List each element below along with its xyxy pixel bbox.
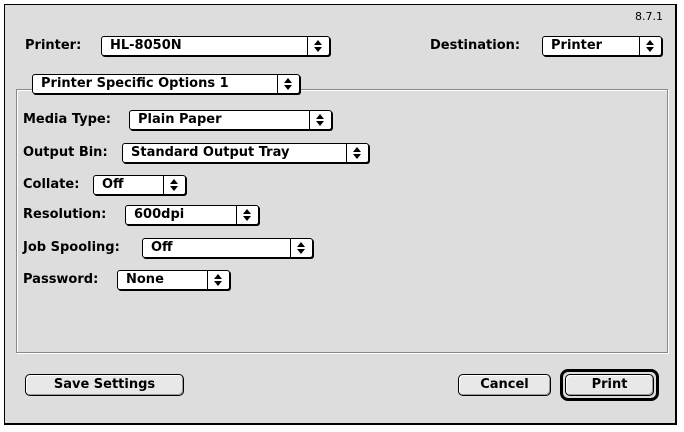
destination-popup[interactable]: Printer: [542, 36, 662, 56]
output-bin-popup-arrow: [346, 144, 368, 162]
password-popup-arrow: [207, 271, 229, 289]
resolution-label: Resolution:: [23, 207, 107, 222]
up-down-arrows-icon: [297, 242, 305, 254]
media-type-popup[interactable]: Plain Paper: [129, 110, 332, 130]
up-down-arrows-icon: [170, 179, 178, 191]
up-down-arrows-icon: [214, 274, 222, 286]
printer-popup-arrow: [307, 37, 329, 55]
print-button[interactable]: Print: [565, 374, 654, 396]
destination-popup-value: Printer: [551, 38, 603, 53]
collate-label: Collate:: [23, 177, 80, 192]
collate-popup-arrow: [163, 176, 185, 194]
up-down-arrows-icon: [646, 40, 654, 52]
output-bin-label: Output Bin:: [23, 145, 108, 160]
destination-popup-arrow: [639, 37, 661, 55]
up-down-arrows-icon: [284, 78, 292, 90]
job-spooling-popup-arrow: [290, 239, 312, 257]
resolution-popup-value: 600dpi: [134, 207, 185, 222]
version-label: 8.7.1: [635, 10, 663, 23]
output-bin-popup-value: Standard Output Tray: [131, 145, 290, 160]
panel-popup-value: Printer Specific Options 1: [41, 76, 229, 91]
collate-popup[interactable]: Off: [93, 175, 186, 195]
job-spooling-popup-value: Off: [151, 240, 173, 255]
resolution-popup-arrow: [236, 206, 258, 224]
resolution-popup[interactable]: 600dpi: [125, 205, 259, 225]
job-spooling-popup[interactable]: Off: [142, 238, 313, 258]
save-settings-button[interactable]: Save Settings: [25, 374, 184, 396]
password-popup-value: None: [126, 272, 164, 287]
panel-popup-arrow: [277, 75, 299, 93]
up-down-arrows-icon: [243, 209, 251, 221]
media-type-popup-value: Plain Paper: [138, 112, 222, 127]
media-type-label: Media Type:: [23, 112, 111, 127]
printer-popup[interactable]: HL-8050N: [101, 36, 330, 56]
collate-popup-value: Off: [102, 177, 124, 192]
printer-popup-value: HL-8050N: [110, 38, 182, 53]
up-down-arrows-icon: [314, 40, 322, 52]
up-down-arrows-icon: [316, 114, 324, 126]
printer-label: Printer:: [25, 38, 82, 53]
print-dialog: 8.7.1 Printer: HL-8050N Destination: Pri…: [4, 4, 677, 425]
output-bin-popup[interactable]: Standard Output Tray: [122, 143, 369, 163]
panel-popup[interactable]: Printer Specific Options 1: [32, 74, 300, 94]
password-label: Password:: [23, 272, 99, 287]
options-group-box: [16, 89, 668, 353]
destination-label: Destination:: [430, 38, 521, 53]
password-popup[interactable]: None: [117, 270, 230, 290]
cancel-button[interactable]: Cancel: [458, 374, 551, 396]
job-spooling-label: Job Spooling:: [23, 240, 120, 255]
media-type-popup-arrow: [309, 111, 331, 129]
up-down-arrows-icon: [353, 147, 361, 159]
